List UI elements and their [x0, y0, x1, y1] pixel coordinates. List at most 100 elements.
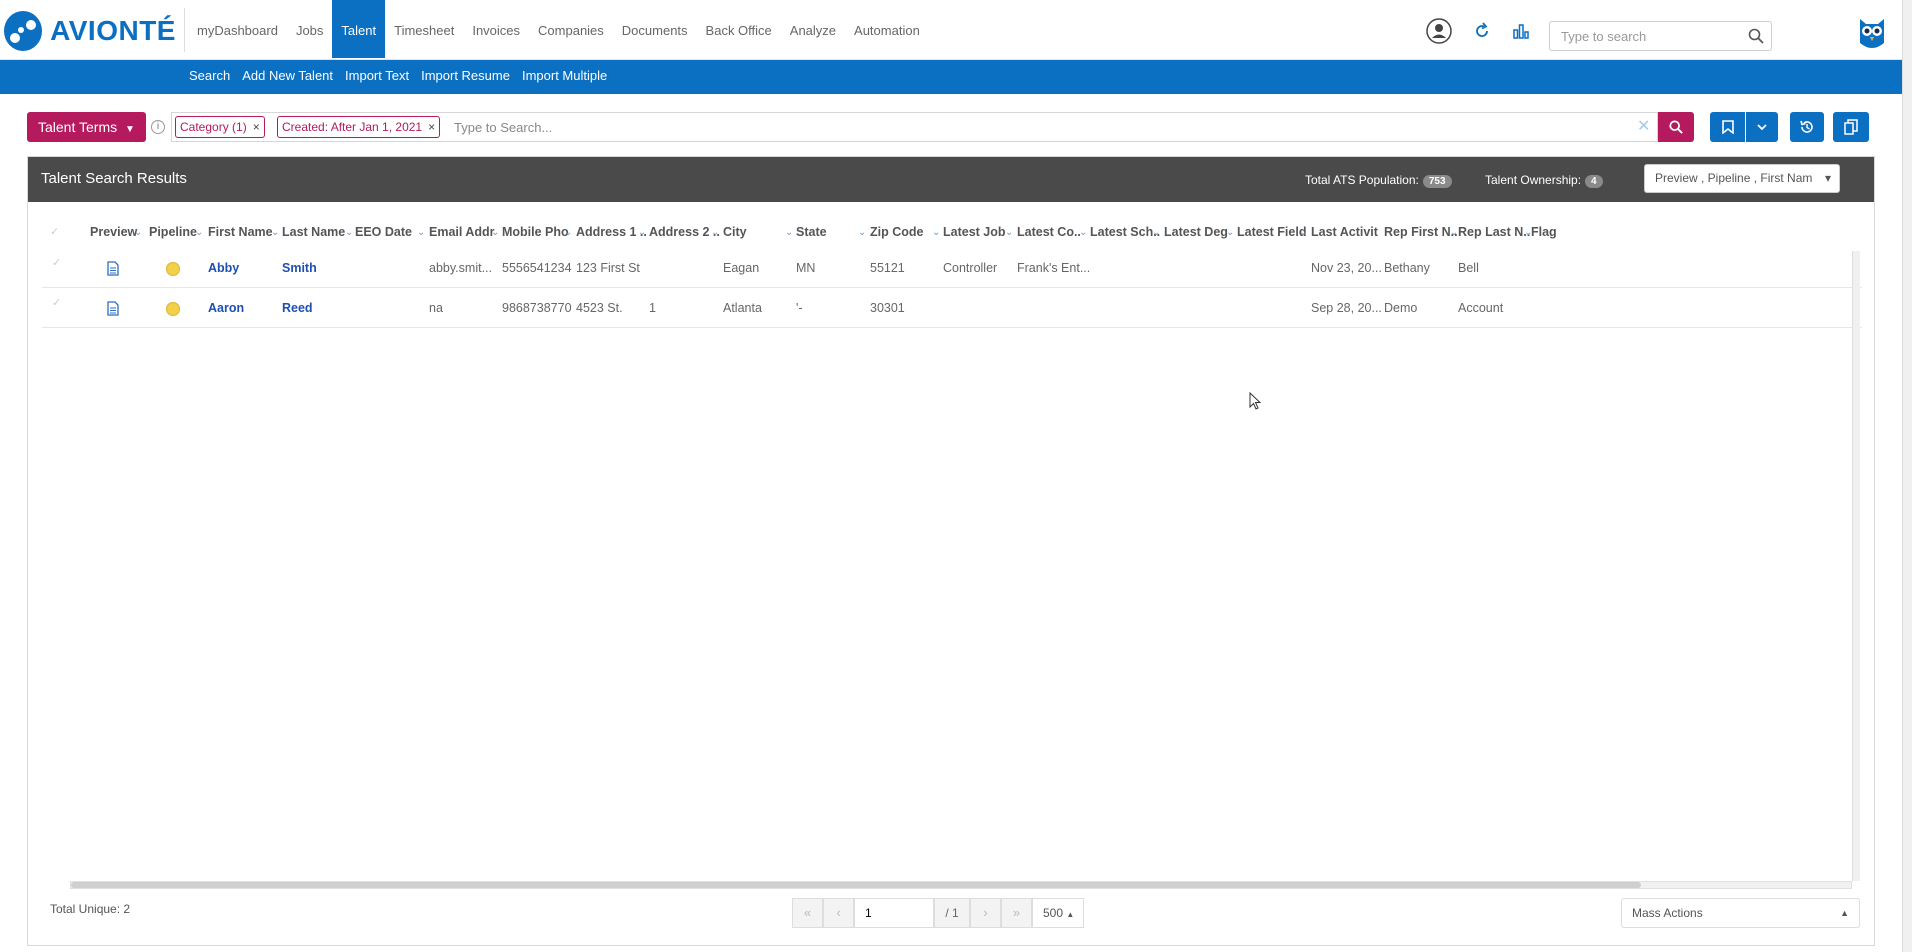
latest-job-cell: Controller [943, 261, 998, 275]
nav-automation[interactable]: Automation [845, 0, 929, 58]
nav-invoices[interactable]: Invoices [463, 0, 529, 58]
column-header-latest-company[interactable]: Latest Co.. ⌄ [1017, 217, 1087, 247]
first-page-button[interactable]: « [792, 898, 823, 928]
table-row[interactable]: ✓ Aaron Reed na 9868738770 4523 St. 1 At… [42, 288, 1862, 328]
column-header-mobile-phone[interactable]: Mobile Pho ⌄ [502, 217, 572, 247]
subnav-add-new-talent[interactable]: Add New Talent [236, 60, 339, 94]
talent-subnav: Search Add New Talent Import Text Import… [0, 60, 1902, 94]
refresh-icon[interactable] [1469, 18, 1495, 44]
pipeline-status-icon[interactable] [166, 302, 180, 316]
copy-button[interactable] [1833, 112, 1869, 142]
column-header-latest-field[interactable]: Latest Field ⌄ [1237, 217, 1307, 247]
page-number-input[interactable] [854, 898, 934, 928]
column-header-pipeline[interactable]: Pipeline ⌄ [149, 217, 203, 247]
sort-caret-icon: ⌄ [1005, 227, 1014, 238]
nav-documents[interactable]: Documents [613, 0, 697, 58]
column-header-latest-school[interactable]: Latest Sch.. ⌄ [1090, 217, 1160, 247]
column-header-latest-degree[interactable]: Latest Deg ⌄ [1164, 217, 1234, 247]
column-header-flag[interactable]: Flag [1531, 217, 1557, 247]
zip-code-cell: 30301 [870, 301, 905, 315]
total-unique-count: Total Unique: 2 [50, 902, 131, 916]
mass-actions-dropdown[interactable]: Mass Actions ▲ [1621, 898, 1860, 928]
column-label: Last Activit [1311, 225, 1378, 239]
bar-chart-icon[interactable] [1508, 18, 1534, 44]
nav-timesheet[interactable]: Timesheet [385, 0, 463, 58]
nav-mydashboard[interactable]: myDashboard [188, 0, 287, 58]
info-icon[interactable]: i [151, 120, 165, 134]
owl-icon[interactable] [1858, 15, 1886, 51]
row-checkbox[interactable]: ✓ [52, 288, 61, 318]
history-button[interactable] [1790, 112, 1824, 142]
talent-search-input[interactable] [454, 113, 1354, 141]
sort-caret-icon: ⌄ [417, 227, 426, 238]
column-header-state[interactable]: State ⌄ [796, 217, 866, 247]
column-chooser-dropdown[interactable]: Preview , Pipeline , First Nam ▾ [1644, 164, 1840, 193]
last-name-link[interactable]: Smith [282, 248, 317, 288]
column-header-zip-code[interactable]: Zip Code ⌄ [870, 217, 940, 247]
row-checkbox[interactable]: ✓ [52, 248, 61, 278]
bookmark-button[interactable] [1710, 112, 1745, 142]
next-page-button[interactable]: › [970, 898, 1001, 928]
mouse-cursor-icon [1249, 392, 1261, 410]
column-header-rep-last-name[interactable]: Rep Last N.. ⌄ [1458, 217, 1532, 247]
nav-jobs[interactable]: Jobs [287, 0, 332, 58]
remove-chip-icon[interactable]: × [428, 120, 435, 134]
clear-search-icon[interactable]: ✕ [1637, 116, 1650, 136]
horizontal-scrollbar[interactable] [70, 881, 1852, 889]
nav-talent[interactable]: Talent [332, 0, 386, 58]
subnav-import-multiple[interactable]: Import Multiple [516, 60, 613, 94]
select-all-checkbox[interactable]: ✓ [50, 217, 59, 247]
subnav-search[interactable]: Search [183, 60, 236, 94]
subnav-import-resume[interactable]: Import Resume [415, 60, 516, 94]
column-header-last-name[interactable]: Last Name ⌄ [282, 217, 353, 247]
column-header-eeo-date[interactable]: EEO Date ⌄ [355, 217, 425, 247]
previous-page-button[interactable]: ‹ [823, 898, 854, 928]
column-header-latest-job[interactable]: Latest Job ⌄ [943, 217, 1013, 247]
search-icon [1669, 120, 1683, 134]
column-header-address-2[interactable]: Address 2 .. ⌄ [649, 217, 720, 247]
global-search [1549, 21, 1772, 51]
column-header-email[interactable]: Email Addr ⌄ [429, 217, 499, 247]
column-header-first-name[interactable]: First Name ⌄ [208, 217, 279, 247]
column-header-city[interactable]: City ⌄ [723, 217, 793, 247]
table-row[interactable]: ✓ Abby Smith abby.smit... 5556541234 123… [42, 248, 1862, 288]
rep-last-name-cell: Account [1458, 301, 1504, 315]
first-name-link[interactable]: Abby [208, 248, 239, 288]
last-page-button[interactable]: » [1001, 898, 1032, 928]
scrollbar-thumb[interactable] [71, 882, 1641, 888]
global-search-input[interactable] [1550, 22, 1730, 50]
last-name-link[interactable]: Reed [282, 288, 313, 328]
user-circle-icon[interactable] [1426, 18, 1452, 44]
talent-terms-label: Talent Terms [38, 119, 118, 135]
column-label: Latest Deg [1164, 225, 1228, 239]
pipeline-status-icon[interactable] [166, 262, 180, 276]
talent-terms-dropdown[interactable]: Talent Terms ▼ [27, 112, 146, 142]
zip-code-cell: 55121 [870, 261, 905, 275]
column-header-rep-first-name[interactable]: Rep First N.. ⌄ [1384, 217, 1458, 247]
remove-chip-icon[interactable]: × [253, 120, 260, 134]
chevron-down-icon [1757, 124, 1767, 131]
subnav-import-text[interactable]: Import Text [339, 60, 415, 94]
column-header-preview[interactable]: Preview ⌄ [90, 217, 142, 247]
column-header-last-activity[interactable]: Last Activit [1311, 217, 1378, 247]
logo-divider [184, 8, 185, 52]
nav-companies[interactable]: Companies [529, 0, 613, 58]
email-cell: na [429, 301, 443, 315]
bookmark-menu-button[interactable] [1746, 112, 1778, 142]
document-preview-icon[interactable] [107, 301, 121, 317]
search-icon[interactable] [1748, 28, 1764, 49]
column-chooser-value: Preview , Pipeline , First Nam [1655, 171, 1813, 185]
column-header-address-1[interactable]: Address 1 .. ⌄ [576, 217, 647, 247]
search-submit-button[interactable] [1658, 112, 1694, 142]
filter-chip-created[interactable]: Created: After Jan 1, 2021 × [277, 116, 441, 138]
first-name-link[interactable]: Aaron [208, 288, 244, 328]
page-size-value: 500 [1043, 906, 1064, 920]
talent-ownership-count: 4 [1585, 175, 1603, 188]
nav-analyze[interactable]: Analyze [781, 0, 845, 58]
avionte-logo[interactable]: AVIONTÉ [4, 10, 176, 52]
page-size-select[interactable]: 500 ▲ [1032, 898, 1084, 928]
filter-chip-category[interactable]: Category (1) × [175, 116, 265, 138]
nav-back-office[interactable]: Back Office [697, 0, 781, 58]
document-preview-icon[interactable] [107, 261, 121, 277]
vertical-scrollbar[interactable] [1852, 251, 1860, 881]
